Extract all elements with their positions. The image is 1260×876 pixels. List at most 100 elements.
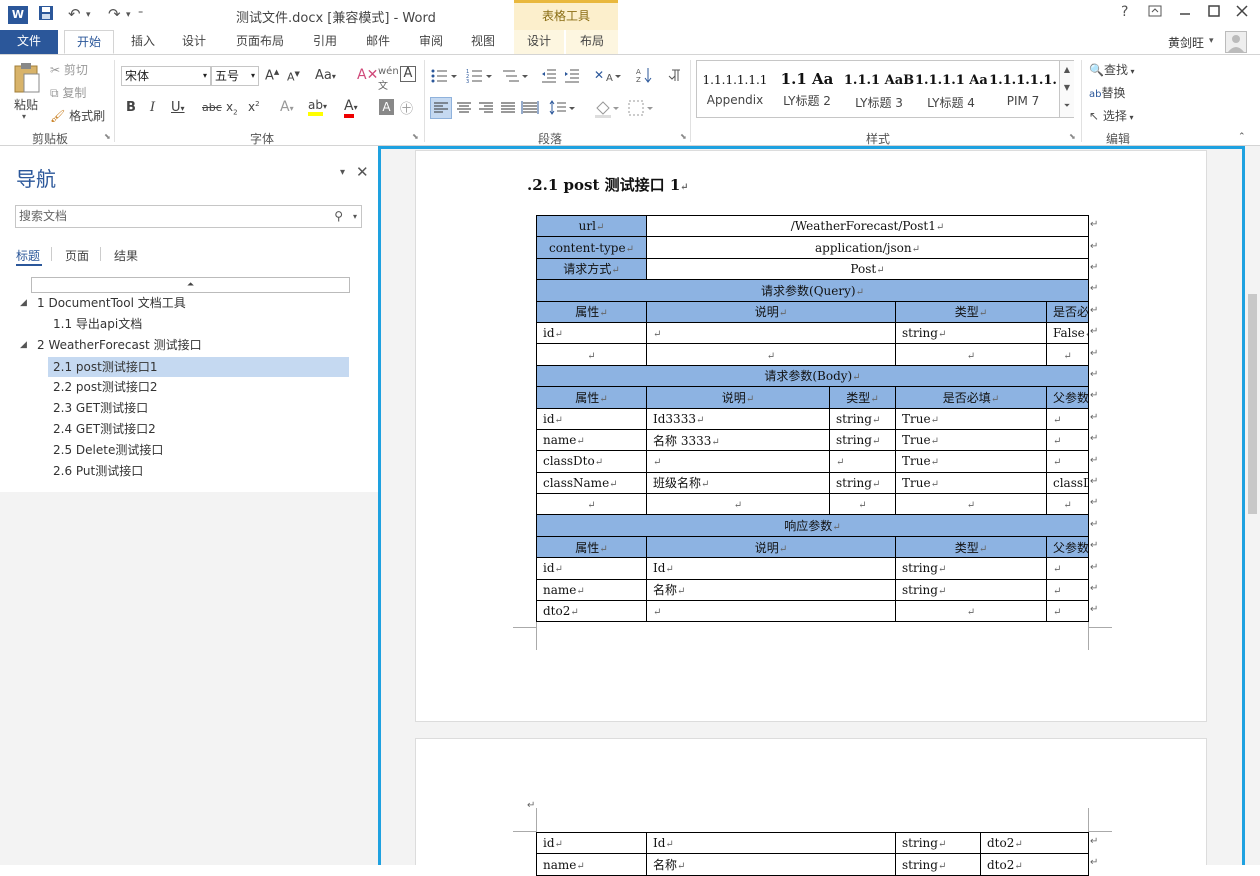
table-header-cell[interactable]: 属性↵ — [536, 535, 647, 559]
nav-tab-headings[interactable]: 标题 — [16, 247, 40, 264]
table-cell[interactable]: ↵ — [646, 321, 896, 345]
tab-references[interactable]: 引用 — [306, 30, 344, 54]
save-icon[interactable] — [38, 5, 54, 25]
table-cell[interactable]: ↵ — [1045, 450, 1090, 473]
table-cell[interactable]: ↵ — [895, 343, 1047, 366]
cut-button[interactable]: ✂ 剪切 — [50, 61, 88, 78]
table-cell[interactable]: ↵ — [536, 343, 647, 366]
table-cell[interactable]: ↵ — [1045, 557, 1090, 580]
font-color-icon[interactable]: A▾ — [344, 98, 358, 118]
table-cell[interactable]: ↵ — [829, 493, 896, 516]
paragraph-launcher-icon[interactable]: ⬊ — [680, 132, 687, 141]
table-cell[interactable]: ↵ — [1045, 578, 1090, 602]
undo-dropdown-icon[interactable]: ▾ — [86, 10, 91, 20]
table-cell[interactable]: ↵ — [646, 343, 896, 366]
font-name-combo[interactable]: 宋体 ▾ — [121, 66, 211, 86]
table-cell[interactable]: id↵ — [536, 407, 647, 430]
table-header-cell[interactable]: 是否必填↵ — [895, 386, 1047, 409]
tab-review[interactable]: 审阅 — [412, 30, 450, 54]
close-icon[interactable] — [1235, 4, 1249, 22]
avatar[interactable] — [1225, 31, 1247, 53]
api-table[interactable]: url↵ /WeatherForecast/Post1↵ content-typ… — [535, 214, 1090, 623]
table-cell[interactable]: ↵ — [646, 493, 830, 516]
tab-page-layout[interactable]: 页面布局 — [230, 30, 290, 54]
change-case-icon[interactable]: Aa▾ — [315, 68, 336, 83]
style-ly-heading-2[interactable]: 1.1 Aa LY标题 2 — [771, 61, 843, 117]
table-section-title[interactable]: 请求参数(Body)↵ — [535, 364, 1090, 388]
table-cell[interactable]: dto2↵ — [980, 831, 1089, 855]
font-size-combo[interactable]: 五号 ▾ — [211, 66, 259, 86]
table-header-cell[interactable]: 属性↵ — [536, 386, 647, 409]
table-header-cell[interactable]: 说明↵ — [646, 386, 830, 409]
format-painter-button[interactable]: 🖌 格式刷 — [50, 107, 105, 124]
table-cell[interactable]: content-type↵ — [536, 236, 647, 259]
table-header-cell[interactable]: 类型↵ — [895, 535, 1047, 559]
line-spacing-icon[interactable] — [549, 98, 577, 121]
chevron-up-icon[interactable]: ▲ — [1060, 61, 1074, 79]
underline-icon[interactable]: U▾ — [171, 100, 185, 115]
tab-home[interactable]: 开始 — [64, 30, 114, 54]
table-cell[interactable]: id↵ — [536, 321, 647, 345]
table-cell[interactable]: url↵ — [536, 214, 647, 238]
tab-mailings[interactable]: 邮件 — [359, 30, 397, 54]
user-name[interactable]: 黄剑旺 — [1168, 34, 1204, 51]
nav-tab-pages[interactable]: 页面 — [65, 247, 89, 264]
user-dropdown-icon[interactable]: ▾ — [1209, 36, 1214, 46]
tree-item-2-6[interactable]: 2.6 Put测试接口 — [48, 461, 348, 481]
table-cell[interactable]: True↵ — [895, 428, 1047, 452]
table-cell[interactable]: Id↵ — [646, 557, 896, 580]
align-right-icon[interactable] — [476, 98, 496, 121]
subscript-icon[interactable]: x2 — [226, 100, 238, 116]
tree-item-2-3[interactable]: 2.3 GET测试接口 — [48, 398, 348, 418]
table-cell[interactable]: string↵ — [895, 321, 1047, 345]
search-icon[interactable]: ⚲ — [334, 206, 343, 227]
table-cell[interactable]: ↵ — [1045, 407, 1090, 430]
replace-button[interactable]: ab替换 — [1089, 84, 1126, 101]
table-cell[interactable]: id↵ — [536, 557, 647, 580]
font-launcher-icon[interactable]: ⬊ — [412, 132, 419, 141]
table-header-cell[interactable]: 是否必填↵ — [1045, 300, 1090, 323]
find-button[interactable]: 🔍查找 ▾ — [1089, 61, 1135, 78]
table-cell[interactable]: ↵ — [1045, 493, 1090, 516]
table-header-cell[interactable]: 说明↵ — [646, 535, 896, 559]
table-cell[interactable]: False↵ — [1045, 321, 1090, 345]
table-cell[interactable]: classDto↵ — [1045, 471, 1090, 495]
table-cell[interactable]: ↵ — [1045, 428, 1090, 452]
undo-icon[interactable]: ↶ — [68, 5, 81, 23]
tab-table-design[interactable]: 设计 — [514, 30, 564, 54]
table-header-cell[interactable]: 父参数↵ — [1045, 535, 1090, 559]
table-cell[interactable]: className↵ — [536, 471, 647, 495]
style-appendix[interactable]: 1.1.1.1.1.1 Appendix — [699, 61, 771, 117]
grow-font-icon[interactable]: A▲ — [265, 68, 279, 83]
italic-icon[interactable]: I — [150, 100, 155, 115]
table-cell[interactable]: True↵ — [895, 450, 1047, 473]
table-cell[interactable]: application/json↵ — [645, 236, 1090, 259]
highlight-icon[interactable]: ab▾ — [308, 98, 327, 116]
tree-item-1-1[interactable]: 1.1 导出api文档 — [48, 314, 348, 334]
word-icon[interactable]: W — [8, 6, 28, 24]
table-cell[interactable]: string↵ — [895, 831, 981, 855]
table-cell[interactable]: ↵ — [646, 450, 830, 473]
bullets-icon[interactable] — [431, 68, 457, 87]
increase-indent-icon[interactable] — [564, 68, 580, 87]
customize-qat-icon[interactable]: ⁼ — [138, 9, 143, 20]
table-cell[interactable]: dto2↵ — [536, 600, 647, 623]
select-button[interactable]: ↖ 选择 ▾ — [1089, 107, 1133, 124]
table-cell[interactable]: string↵ — [895, 578, 1047, 602]
nav-tab-results[interactable]: 结果 — [114, 247, 138, 264]
decrease-indent-icon[interactable] — [541, 68, 557, 87]
redo-icon[interactable]: ↷ — [108, 5, 121, 23]
nav-close-icon[interactable]: ✕ — [356, 163, 369, 181]
table-cell[interactable]: string↵ — [829, 428, 896, 452]
scrollbar-thumb[interactable] — [1248, 294, 1257, 514]
table-section-title[interactable]: 响应参数↵ — [535, 514, 1090, 537]
table-cell[interactable]: True↵ — [895, 407, 1047, 430]
style-ly-heading-3[interactable]: 1.1.1 AaB LY标题 3 — [843, 61, 915, 117]
tree-item-2-5[interactable]: 2.5 Delete测试接口 — [48, 440, 348, 460]
table-header-cell[interactable]: 属性↵ — [536, 300, 647, 323]
paste-icon[interactable] — [12, 62, 40, 97]
table-header-cell[interactable]: 类型↵ — [829, 386, 896, 409]
borders-icon[interactable] — [627, 98, 655, 121]
nav-options-icon[interactable]: ▾ — [340, 167, 345, 178]
table-cell[interactable]: True↵ — [895, 471, 1047, 495]
